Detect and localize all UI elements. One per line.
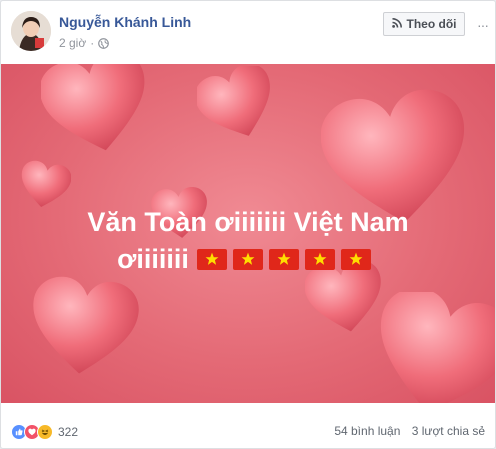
rss-icon xyxy=(391,17,402,31)
flag-row xyxy=(196,249,371,270)
engagement-stats: 54 bình luận 3 lượt chia sẻ xyxy=(334,424,485,438)
caption-line-2: ơiiiiiii xyxy=(117,244,189,274)
heart-decoration xyxy=(380,292,495,403)
vietnam-flag-icon xyxy=(196,249,227,270)
post-footer: 322 54 bình luận 3 lượt chia sẻ xyxy=(1,416,495,446)
heart-decoration xyxy=(197,66,270,136)
post-time[interactable]: 2 giờ xyxy=(59,36,86,50)
comments-link[interactable]: 54 bình luận xyxy=(334,424,400,438)
haha-icon xyxy=(37,424,53,440)
reaction-count: 322 xyxy=(58,425,79,439)
post-header: Nguyễn Khánh Linh 2 giờ · Theo dõi ··· xyxy=(1,1,495,63)
shares-link[interactable]: 3 lượt chia sẻ xyxy=(412,424,485,438)
meta-separator: · xyxy=(90,36,95,50)
more-options-button[interactable]: ··· xyxy=(477,17,489,33)
vietnam-flag-icon xyxy=(340,249,371,270)
image-caption: Văn Toàn ơiiiiiii Việt Nam ơiiiiiii xyxy=(1,204,495,278)
author-name[interactable]: Nguyễn Khánh Linh xyxy=(59,14,191,30)
vietnam-flag-icon xyxy=(304,249,335,270)
vietnam-flag-icon xyxy=(268,249,299,270)
post-image[interactable]: Văn Toàn ơiiiiiii Việt Nam ơiiiiiii xyxy=(1,64,495,403)
globe-icon[interactable] xyxy=(98,37,110,49)
heart-decoration xyxy=(41,64,145,151)
caption-line-1: Văn Toàn ơiiiiiii Việt Nam xyxy=(87,207,409,237)
vietnam-flag-icon xyxy=(232,249,263,270)
post-card: Nguyễn Khánh Linh 2 giờ · Theo dõi ··· V… xyxy=(0,0,496,449)
heart-decoration xyxy=(33,276,139,374)
post-meta: 2 giờ · xyxy=(59,36,110,50)
follow-button[interactable]: Theo dõi xyxy=(383,12,465,36)
reactions-summary[interactable]: 322 xyxy=(11,424,78,440)
avatar[interactable] xyxy=(11,11,51,51)
follow-label: Theo dõi xyxy=(406,17,457,31)
